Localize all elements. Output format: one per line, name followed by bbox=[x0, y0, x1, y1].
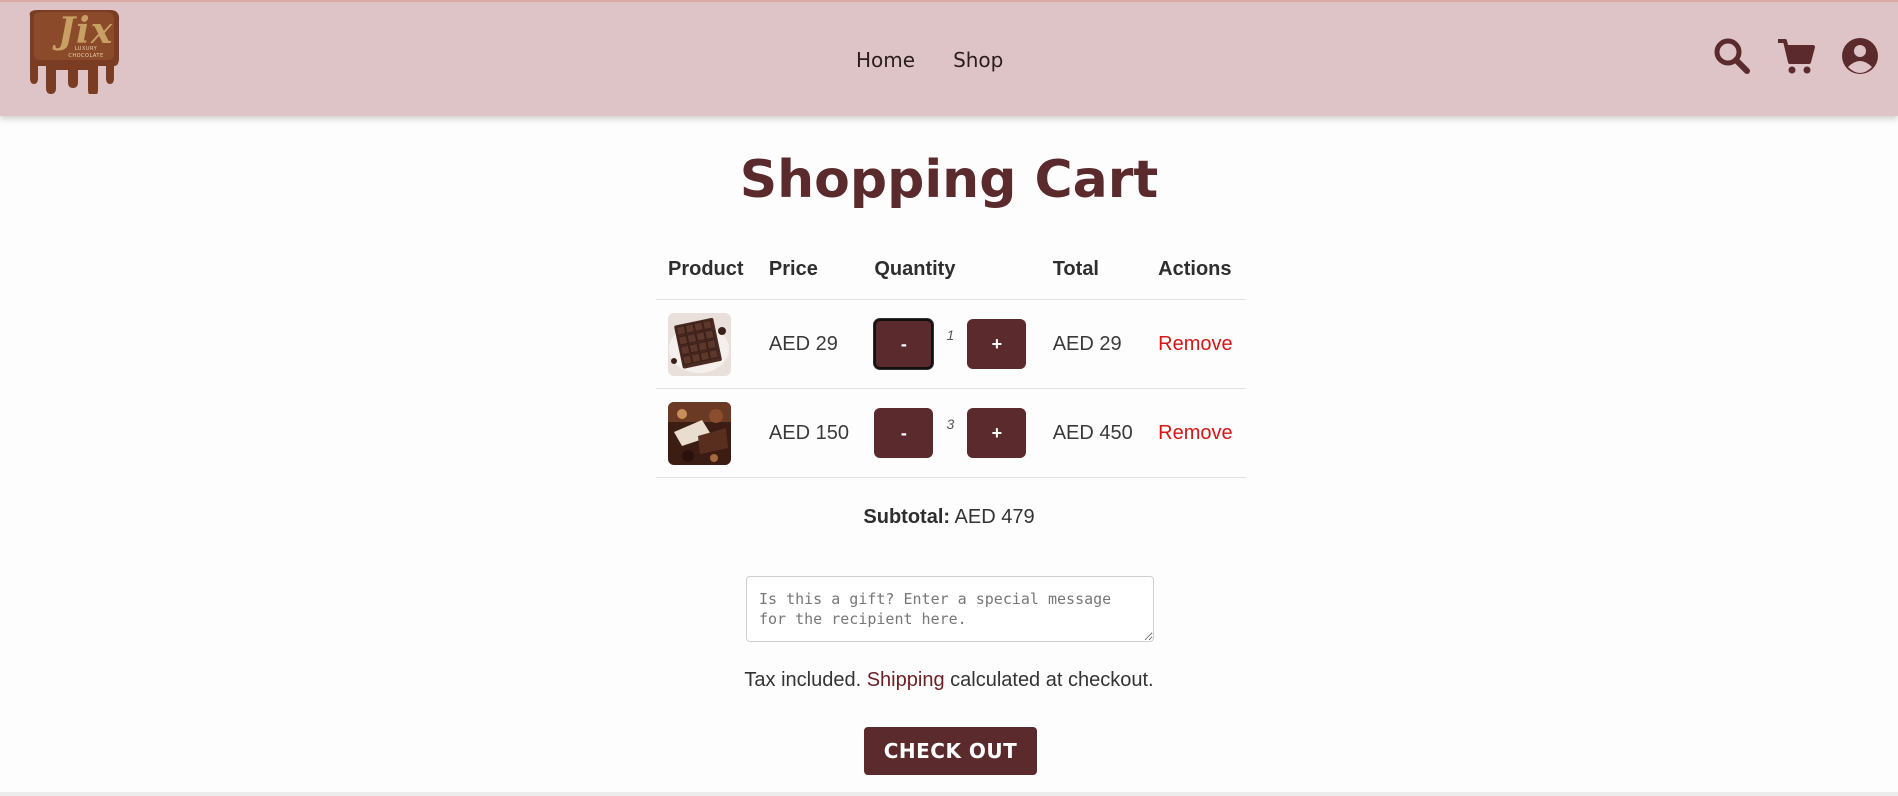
shipping-link[interactable]: Shipping bbox=[867, 669, 945, 691]
subtotal: Subtotal: AED 479 bbox=[0, 506, 1898, 529]
nav-home-link[interactable]: Home bbox=[856, 48, 915, 72]
quantity-value: 1 bbox=[946, 327, 955, 343]
quantity-stepper: - 1 + bbox=[874, 319, 1028, 369]
column-header: Total bbox=[1040, 248, 1147, 300]
remove-link[interactable]: Remove bbox=[1158, 422, 1232, 444]
search-icon[interactable] bbox=[1712, 36, 1752, 76]
price-cell: AED 29 bbox=[756, 299, 863, 389]
page-title: Shopping Cart bbox=[739, 150, 1159, 210]
column-header: Product bbox=[656, 248, 757, 300]
column-header: Actions bbox=[1146, 248, 1246, 300]
total-cell: AED 29 bbox=[1040, 299, 1147, 389]
page-bottom-divider bbox=[0, 792, 1898, 796]
account-icon[interactable] bbox=[1840, 36, 1880, 76]
page: Jix LUXURY CHOCOLATE Home Shop Shopping … bbox=[0, 0, 1898, 796]
chocolate-assortment-image[interactable] bbox=[668, 401, 731, 465]
subtotal-value: AED 479 bbox=[954, 506, 1035, 528]
checkout-button[interactable]: CHECK OUT bbox=[864, 727, 1037, 775]
tax-note: Tax included. Shipping calculated at che… bbox=[0, 669, 1898, 692]
column-header: Quantity bbox=[862, 248, 1041, 300]
quantity-value: 3 bbox=[946, 416, 955, 432]
logo-tagline: LUXURY CHOCOLATE bbox=[68, 46, 104, 59]
table-header-row: Product Price Quantity Total Actions bbox=[656, 248, 1246, 300]
decrement-button[interactable]: - bbox=[874, 408, 934, 458]
chocolate-bar-image[interactable] bbox=[668, 312, 731, 376]
remove-link[interactable]: Remove bbox=[1158, 333, 1232, 355]
quantity-stepper: - 3 + bbox=[874, 408, 1028, 458]
main-nav: Home Shop bbox=[856, 48, 1003, 72]
increment-button[interactable]: + bbox=[967, 408, 1027, 458]
tax-note-suffix: calculated at checkout. bbox=[950, 669, 1154, 691]
header-actions bbox=[1712, 36, 1880, 76]
column-header: Price bbox=[756, 248, 863, 300]
table-row: AED 150 - 3 + AED 450 Remove bbox=[656, 388, 1246, 478]
table-row: AED 29 - 1 + AED 29 Remove bbox=[656, 299, 1246, 389]
price-cell: AED 150 bbox=[756, 388, 863, 478]
brand-logo[interactable]: Jix LUXURY CHOCOLATE bbox=[24, 8, 122, 96]
gift-message-field[interactable] bbox=[746, 576, 1154, 642]
cart-table: Product Price Quantity Total Actions AED… bbox=[656, 248, 1246, 478]
subtotal-label: Subtotal: bbox=[863, 506, 951, 528]
total-cell: AED 450 bbox=[1040, 388, 1147, 478]
nav-shop-link[interactable]: Shop bbox=[953, 48, 1003, 72]
cart-icon[interactable] bbox=[1776, 36, 1816, 76]
tax-note-text: Tax included. bbox=[744, 669, 862, 691]
increment-button[interactable]: + bbox=[967, 319, 1027, 369]
site-header: Jix LUXURY CHOCOLATE Home Shop bbox=[0, 0, 1898, 116]
decrement-button[interactable]: - bbox=[874, 319, 934, 369]
